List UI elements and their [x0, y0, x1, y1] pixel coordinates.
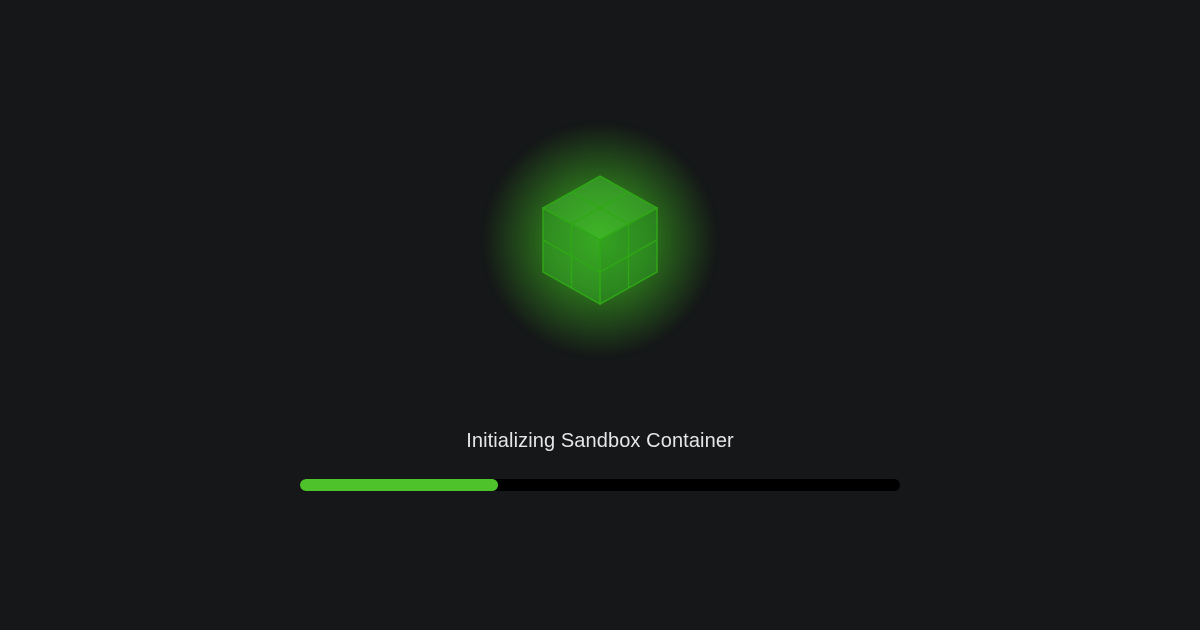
loading-screen: Initializing Sandbox Container — [300, 110, 900, 491]
progress-fill — [300, 479, 498, 491]
status-text: Initializing Sandbox Container — [466, 430, 734, 453]
cube-glow — [470, 110, 730, 370]
progress-bar — [300, 479, 900, 491]
cube-wireframe-icon — [535, 170, 665, 310]
